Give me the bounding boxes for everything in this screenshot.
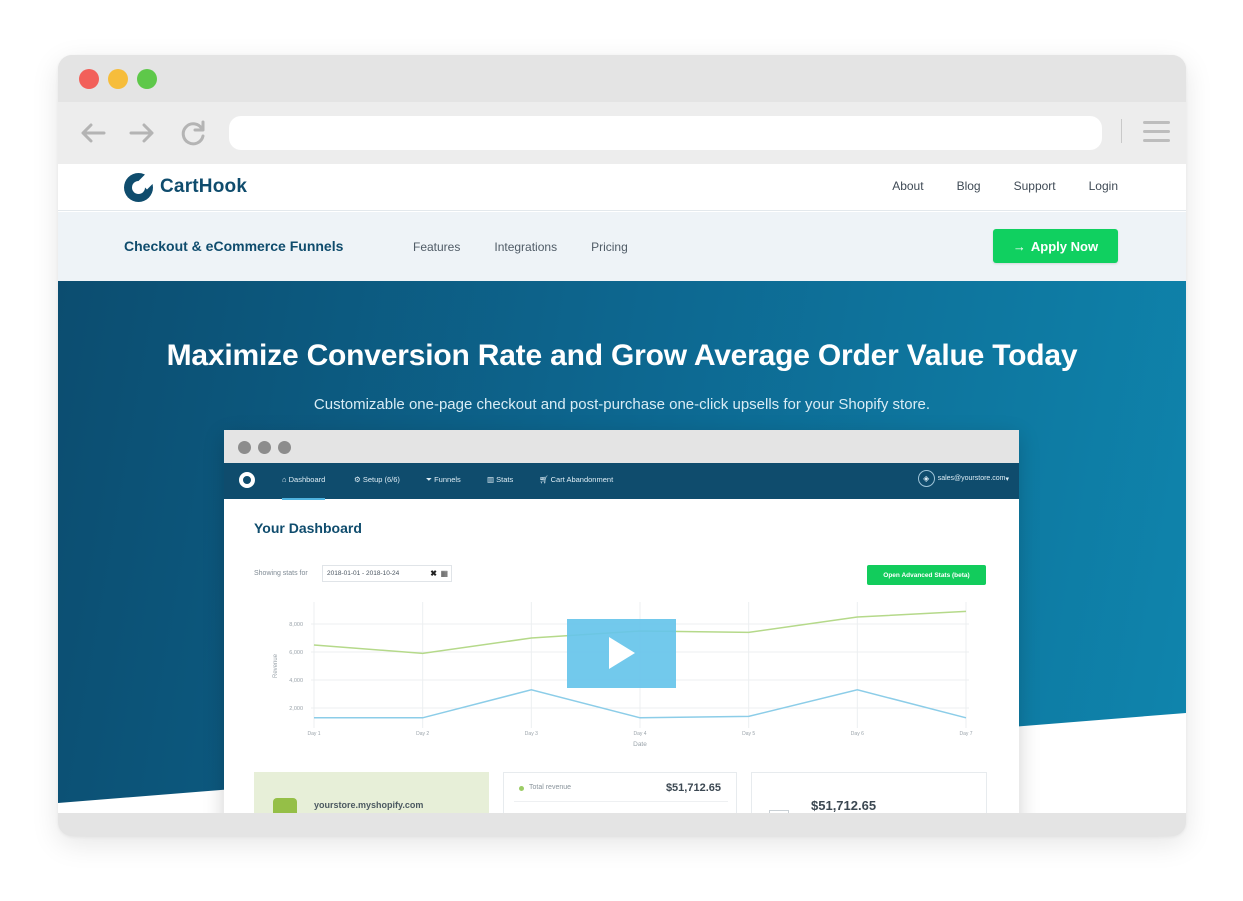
mock-user-menu: ◈ sales@yourstore.com ▾ (917, 470, 1009, 487)
dashboard-title: Your Dashboard (254, 520, 362, 536)
toolbar-divider (1121, 119, 1122, 143)
x-tick-label: Day 6 (851, 731, 864, 737)
mock-window-dot (278, 441, 291, 454)
x-tick-label: Day 7 (959, 731, 972, 737)
nav-link-pricing[interactable]: Pricing (591, 240, 628, 254)
minimize-window-button[interactable] (108, 69, 128, 89)
clear-icon: ✖ (430, 569, 437, 578)
nav-link-login[interactable]: Login (1089, 179, 1118, 193)
mock-tab-cart-abandonment: 🛒︎ Cart Abandonment (539, 475, 614, 484)
revenue-value: $51,712.65 (665, 782, 721, 794)
x-tick-label: Day 1 (307, 731, 320, 737)
hamburger-menu-icon[interactable] (1143, 121, 1170, 145)
dashboard-video-preview[interactable]: ⌂ Dashboard ⚙ Setup (6/6) ⏷ Funnels ▥ St… (224, 430, 1019, 813)
mock-logo-icon (239, 472, 255, 488)
shopify-bag-icon (273, 798, 297, 813)
carthook-logo-icon (124, 172, 153, 202)
address-bar[interactable] (229, 116, 1102, 150)
mock-tab-setup: ⚙ Setup (6/6) (354, 475, 400, 484)
top-nav: About Blog Support Login (859, 179, 1118, 193)
product-nav: Features Integrations Pricing (413, 240, 662, 254)
store-name: yourstore.myshopify.com (314, 800, 424, 810)
logo-text: CartHook (160, 176, 248, 197)
back-arrow-icon[interactable] (78, 118, 108, 148)
hero-section: Maximize Conversion Rate and Grow Averag… (58, 281, 1186, 813)
nav-link-support[interactable]: Support (1014, 179, 1056, 193)
reload-icon[interactable] (179, 118, 209, 148)
apply-now-label: Apply Now (1030, 238, 1099, 254)
calendar-icon: ▦ (440, 569, 448, 578)
mock-tab-dashboard: ⌂ Dashboard (282, 475, 326, 500)
y-axis-label: Revenue (273, 653, 279, 678)
revenue-card: Total revenue $51,712.65 (503, 772, 737, 813)
mock-tab-stats: ▥ Stats (487, 475, 514, 484)
y-tick-label: 6,000 (289, 650, 303, 656)
maximize-window-button[interactable] (137, 69, 157, 89)
product-title[interactable]: Checkout & eCommerce Funnels (124, 238, 343, 254)
site-header: CartHook About Blog Support Login (58, 164, 1186, 211)
total-value: $51,712.65 (811, 798, 877, 813)
x-tick-label: Day 4 (633, 731, 646, 737)
page-viewport: CartHook About Blog Support Login Checko… (58, 164, 1186, 813)
play-icon (609, 637, 635, 669)
x-axis-label: Date (633, 741, 647, 748)
total-card: $51,712.65 (751, 772, 987, 813)
product-subheader: Checkout & eCommerce Funnels Features In… (58, 212, 1186, 281)
arrow-right-icon: → (1012, 238, 1026, 254)
play-video-button[interactable] (567, 619, 676, 688)
mock-titlebar (224, 430, 1019, 463)
hero-subtitle: Customizable one-page checkout and post-… (313, 396, 931, 413)
browser-window: CartHook About Blog Support Login Checko… (58, 55, 1186, 836)
forward-arrow-icon[interactable] (127, 118, 157, 148)
nav-link-integrations[interactable]: Integrations (494, 240, 557, 254)
shield-icon: ◈ (917, 470, 935, 487)
card-divider (514, 801, 728, 802)
nav-link-about[interactable]: About (892, 179, 923, 193)
stats-label: Showing stats for (254, 570, 308, 577)
hero-title: Maximize Conversion Rate and Grow Averag… (166, 339, 1078, 372)
x-tick-label: Day 5 (742, 731, 755, 737)
revenue-label: Total revenue (529, 784, 572, 791)
y-tick-label: 8,000 (289, 622, 303, 628)
y-tick-label: 2,000 (289, 706, 303, 712)
date-range-field: 2018-01-01 - 2018-10-24 ✖ ▦ (322, 565, 452, 582)
advanced-stats-button: Open Advanced Stats (beta) (867, 565, 986, 585)
x-tick-label: Day 3 (525, 731, 538, 737)
browser-toolbar (58, 102, 1186, 164)
carthook-logo[interactable]: CartHook (124, 172, 247, 202)
browser-bottom-bar (58, 813, 1186, 836)
revenue-legend-dot (519, 786, 524, 791)
store-card: yourstore.myshopify.com (254, 772, 489, 813)
mock-window-dot (258, 441, 271, 454)
close-window-button[interactable] (79, 69, 99, 89)
browser-titlebar (58, 55, 1186, 102)
apply-now-button[interactable]: → Apply Now (993, 229, 1118, 263)
nav-link-features[interactable]: Features (413, 240, 460, 254)
mock-app-nav: ⌂ Dashboard ⚙ Setup (6/6) ⏷ Funnels ▥ St… (224, 463, 1019, 500)
y-tick-label: 4,000 (289, 678, 303, 684)
mock-tab-funnels: ⏷ Funnels (426, 475, 461, 484)
mock-window-dot (238, 441, 251, 454)
x-tick-label: Day 2 (416, 731, 429, 737)
nav-link-blog[interactable]: Blog (957, 179, 981, 193)
